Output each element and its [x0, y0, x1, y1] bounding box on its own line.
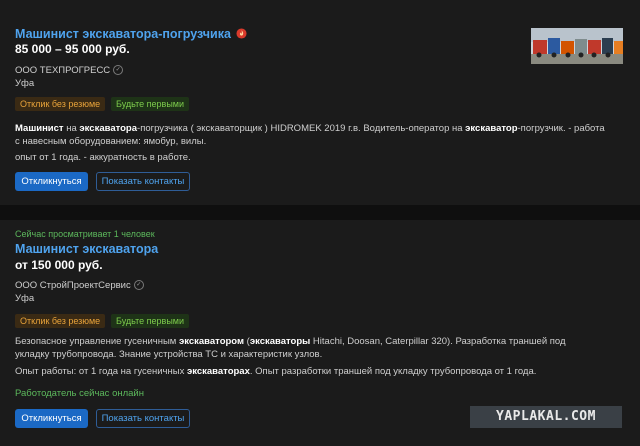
badge-be-first: Будьте первыми — [111, 97, 190, 111]
desc-highlight: экскаваторах — [186, 366, 250, 377]
badge-no-resume: Отклик без резюме — [15, 314, 106, 328]
desc-text: на — [63, 123, 80, 134]
badge-be-first: Будьте первыми — [111, 314, 190, 328]
desc-text: . Опыт разработки траншей под укладку тр… — [249, 366, 537, 377]
show-contacts-button[interactable]: Показать контакты — [96, 172, 190, 191]
company-name[interactable]: ООО СтройПроектСервис — [15, 280, 131, 291]
desc-highlight: Машинист — [15, 123, 64, 134]
vacancy-title[interactable]: Машинист экскаватора-погрузчика — [15, 27, 231, 41]
watermark-logo: YAPLAKAL.COM — [470, 406, 622, 428]
vacancy-card-1: Машинист экскаватора-погрузчика 85 000 –… — [0, 0, 640, 205]
respond-button[interactable]: Откликнуться — [15, 172, 88, 191]
vacancy-title-link[interactable]: Машинист экскаватора-погрузчика — [15, 27, 247, 41]
verified-check-icon: ✓ — [133, 280, 144, 291]
desc-highlight: экскаватором — [178, 336, 245, 347]
company-logo-image — [531, 28, 623, 64]
employer-online-status: Работодатель сейчас онлайн — [15, 388, 144, 399]
vacancy-city: Уфа — [15, 293, 35, 304]
vacancy-requirements: Опыт работы: от 1 года на гусеничных экс… — [15, 365, 605, 378]
desc-text: Безопасное управление гусеничным — [15, 336, 179, 347]
vacancy-description: Машинист на экскаватора-погрузчика ( экс… — [15, 122, 605, 148]
badge-no-resume: Отклик без резюме — [15, 97, 106, 111]
vacancy-company[interactable]: ООО ТЕХПРОГРЕСС ✓ — [15, 65, 124, 76]
vacancy-title[interactable]: Машинист экскаватора — [15, 242, 158, 256]
vacancy-company[interactable]: ООО СтройПроектСервис ✓ — [15, 280, 144, 291]
show-contacts-button[interactable]: Показать контакты — [96, 409, 190, 428]
desc-highlight: экскаватор — [465, 123, 518, 134]
desc-highlight: экскаватора — [79, 123, 138, 134]
vacancy-requirements: опыт от 1 года. - аккуратность в работе. — [15, 152, 191, 163]
vacancy-salary: 85 000 – 95 000 руб. — [15, 42, 130, 56]
vacancy-salary: от 150 000 руб. — [15, 258, 103, 272]
desc-highlight: экскаваторы — [249, 336, 311, 347]
desc-text: Опыт работы: от 1 года на гусеничных — [15, 366, 187, 377]
viewing-now-label: Сейчас просматривает 1 человек — [15, 229, 155, 239]
verified-check-icon: ✓ — [113, 65, 124, 76]
company-name[interactable]: ООО ТЕХПРОГРЕСС — [15, 65, 110, 76]
fire-icon — [236, 28, 247, 39]
vacancy-city: Уфа — [15, 78, 35, 89]
vacancy-description: Безопасное управление гусеничным экскава… — [15, 335, 585, 361]
desc-text: -погрузчика ( экскаваторщик ) HIDROMEK 2… — [137, 123, 466, 134]
respond-button[interactable]: Откликнуться — [15, 409, 88, 428]
